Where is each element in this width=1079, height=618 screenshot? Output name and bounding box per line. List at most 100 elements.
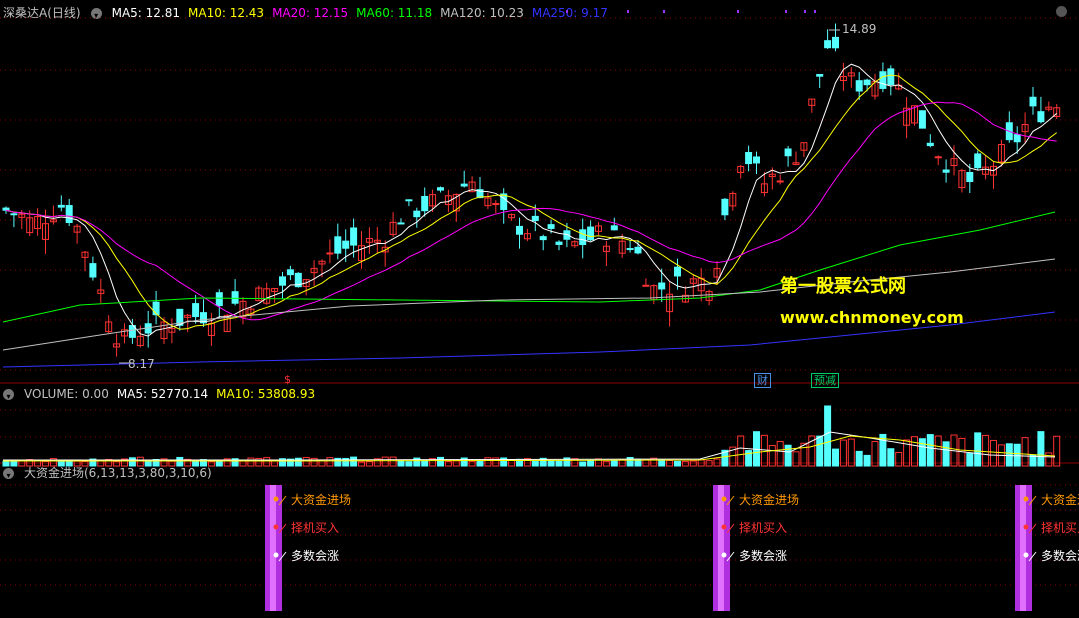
signal-dot [1023,552,1029,558]
candle-body [152,301,160,316]
candle-body [500,193,508,211]
volume-legend: VOLUME: 0.00 MA5: 52770.14 MA10: 53808.93 [24,386,315,402]
signal-text: 择机买入 [1041,521,1079,535]
candle-body [579,229,587,246]
candle-body [492,203,500,206]
candle-body [326,252,334,255]
volume-bar [855,450,863,467]
volume-bar [966,453,974,467]
candle-body [555,241,563,245]
badge-finance[interactable]: 财 [754,373,771,388]
signal-dot [1023,524,1029,530]
ma60-line [2,211,1056,323]
volume-bar [658,459,666,467]
indicator-title[interactable]: 大资金进场(6,13,13,3,80,3,10,6) [24,465,212,481]
top-marker [663,10,665,13]
volume-bar [484,457,492,467]
candle-body [286,269,294,276]
volume-bar [1037,431,1045,467]
top-marker [814,10,816,13]
candle-body [405,199,413,202]
volume-label-2: MA10: 53808.93 [216,387,316,401]
candle-body [231,291,239,304]
gear-circle-icon[interactable]: ▾ [3,467,14,480]
watermark-title: 第一股票公式网 [780,276,906,297]
top-marker [566,10,568,13]
candle-body [10,213,18,216]
volume-bar [326,457,334,467]
badge-forecast-decrease[interactable]: 预减 [811,373,839,388]
candle-body [437,187,444,191]
volume-bar [397,460,405,467]
volume-bar [610,459,618,467]
volume-bar [863,454,871,467]
volume-bar [437,456,444,467]
volume-bar [263,457,271,467]
volume-label-1: MA5: 52770.14 [116,387,209,401]
signal-dot [721,552,727,558]
volume-bar [365,461,373,467]
candle-body [610,225,618,231]
candle-body [942,169,950,173]
candle-body [674,266,681,277]
candle-body [460,183,468,187]
badge-dollar[interactable]: $ [282,373,293,386]
low-price-label: 8.17 [128,357,155,371]
candle-body [342,240,350,249]
volume-bar [839,439,847,467]
candle-body [634,246,642,254]
candle-body [1013,134,1021,143]
volume-bar [421,460,429,467]
candle-body [397,222,405,225]
signal-text: 大资金进场 [291,493,352,507]
gear-circle-icon[interactable]: ▾ [3,388,14,401]
volume-bar [215,460,223,467]
top-marker [627,10,629,13]
volume-bar [895,451,903,467]
volume-bar [871,441,879,467]
volume-bar [760,434,768,467]
candle-body [966,171,974,183]
signal-dot [273,496,279,502]
candle-body [918,110,926,129]
candle-body [776,180,784,183]
volume-bar [1005,443,1013,467]
candle-body [65,205,73,223]
volume-bar [792,451,800,467]
volume-bar [824,405,832,467]
signal-text: 多数会涨 [291,549,340,563]
volume-bar [1021,437,1029,467]
signal-text: 大资金进场 [739,493,800,507]
candle-body [539,236,547,241]
candle-body [531,215,539,222]
signal-text: 大资金进场 [1041,493,1079,507]
volume-bar [674,460,681,467]
volume-bar [302,456,310,467]
candle-body [334,236,342,254]
signal-bar-highlight [1020,485,1026,611]
volume-bar [239,460,247,467]
candle-body [887,68,895,86]
signal-text: 多数会涨 [739,549,788,563]
volume-bar [816,435,824,467]
candle-body [642,284,650,287]
candle-body [215,292,223,307]
volume-bar [547,460,555,467]
volume-bar [990,439,997,467]
signal-bar-highlight [270,485,276,611]
volume-bar [681,460,689,467]
candle-body [1029,96,1037,107]
candle-body [413,210,421,218]
volume-bar [918,438,926,467]
candle-body [745,152,753,165]
candle-body [832,36,839,49]
candle-body [2,207,10,211]
candle-body [974,153,982,169]
volume-bar [832,448,839,467]
signal-text: 择机买入 [739,521,788,535]
candle-body [926,142,934,147]
candle-body [658,282,666,290]
volume-bar [476,460,484,467]
candle-body [547,224,555,229]
candle-body [824,40,832,49]
